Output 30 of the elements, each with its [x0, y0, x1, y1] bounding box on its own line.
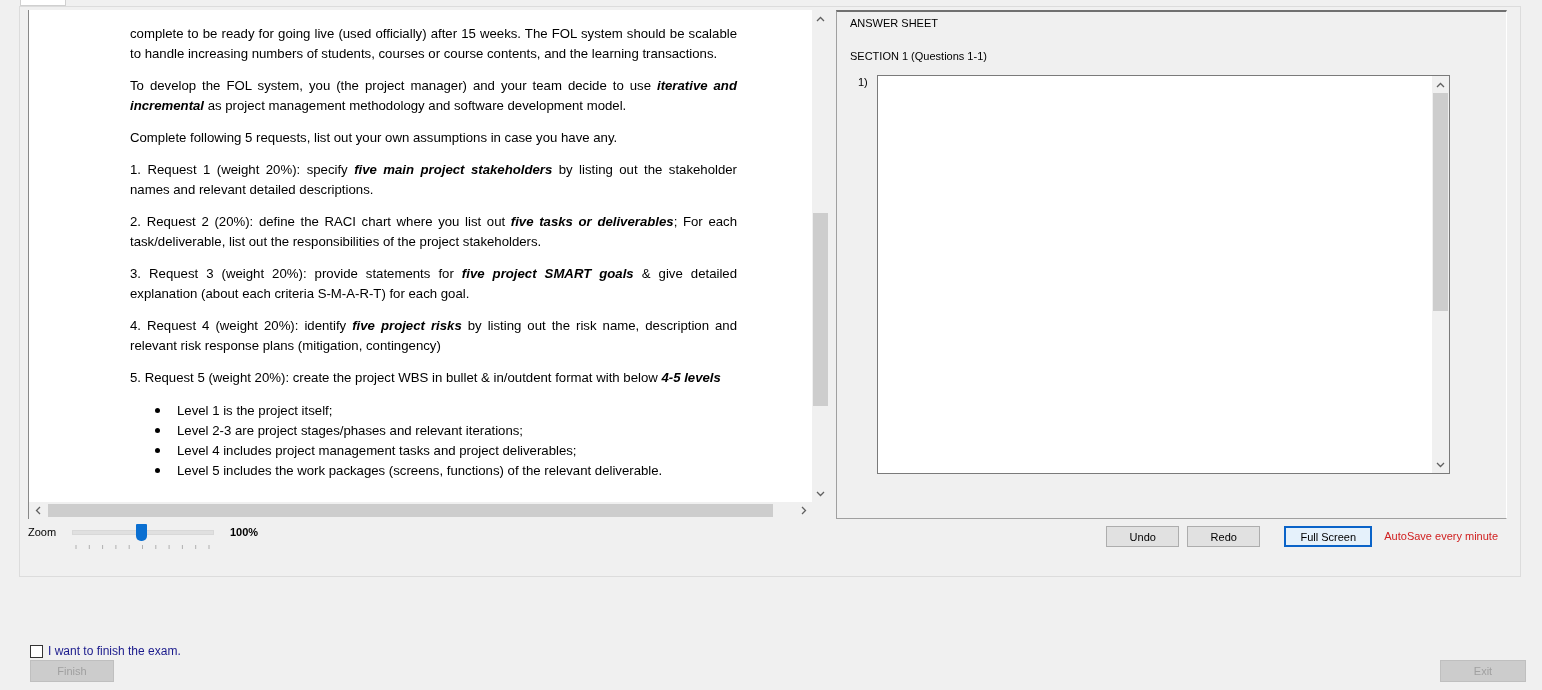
- bullet-icon: [155, 447, 160, 453]
- question-paragraph: Complete following 5 requests, list out your own assumptions in case you have any.: [130, 129, 619, 147]
- bullet-text: Level 4 includes project management tasks and project deliverables;: [177, 442, 577, 458]
- bullet-icon: [155, 467, 160, 473]
- toolbar-button[interactable]: Full Screen: [1284, 526, 1373, 547]
- finish-checkbox[interactable]: [30, 644, 43, 658]
- question-paragraph: 1. Request 1 (weight 20%): specify five main project stakeholders by listing out the stakeholder names and relevant detailed descriptions.: [130, 161, 737, 199]
- answer-scrollbar[interactable]: [1432, 76, 1449, 473]
- question-number: 1): [857, 75, 869, 90]
- question-paragraph: 4. Request 4 (weight 20%): identify five project risks by listing out the risk name, description and relevant risk response plans (mitigation, contingency): [130, 317, 737, 355]
- toolbar-button[interactable]: Redo: [1187, 526, 1261, 547]
- autosave-note: AutoSave every minute: [1384, 530, 1498, 542]
- toolbar-button[interactable]: Undo: [1106, 526, 1180, 547]
- zoom-label: Zoom: [28, 526, 58, 538]
- question-paragraph: 5. Request 5 (weight 20%): create the project WBS in bullet & in/outdent format with below 4-5 levels: [130, 369, 722, 387]
- question-paragraph: 2. Request 2 (20%): define the RACI chart where you list out five tasks or deliverables; For each task/deliverable, list out the responsibilities of the project stakeholders.: [130, 213, 737, 251]
- question-paragraph: 3. Request 3 (weight 20%): provide statements for five project SMART goals & give detailed explanation (about each criteria S-M-A-R-T) for each goal.: [130, 265, 737, 303]
- bullet-icon: [155, 407, 160, 413]
- horizontal-scrollbar[interactable]: [29, 502, 829, 519]
- bullet-text: Level 5 includes the work packages (screens, functions) of the relevant deliverable.: [177, 462, 663, 478]
- answer-sheet-title: ANSWER SHEET: [850, 17, 939, 29]
- zoom-slider-thumb[interactable]: [136, 524, 147, 541]
- bullet-text: Level 1 is the project itself;: [177, 402, 333, 418]
- question-paragraph: complete to be ready for going live (used officially) after 15 weeks. The FOL system should be scalable to handle increasing numbers of students, courses or course contents, and the learning transactions.: [130, 25, 737, 63]
- bullet-text: Level 2-3 are project stages/phases and relevant iterations;: [177, 422, 523, 438]
- zoom-percentage: 100%: [230, 526, 259, 538]
- bullet-icon: [155, 427, 160, 433]
- section-title: SECTION 1 (Questions 1-1): [850, 50, 988, 62]
- question-paragraph: To develop the FOL system, you (the project manager) and your team decide to use iterative and incremental as project management methodology and software development model.: [130, 77, 737, 115]
- finish-checkbox-label[interactable]: I want to finish the exam.: [48, 644, 181, 658]
